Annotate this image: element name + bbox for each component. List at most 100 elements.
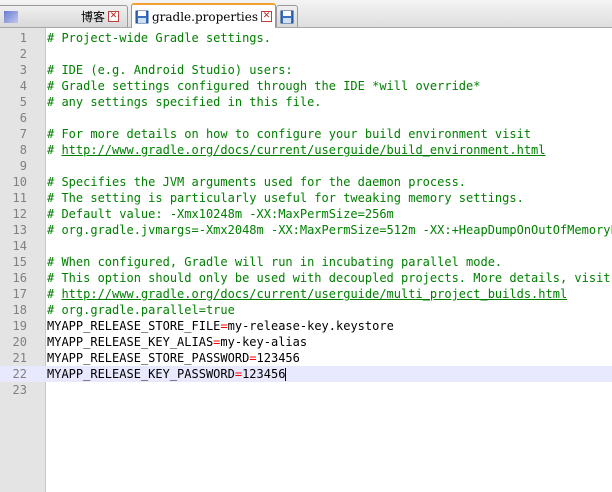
comment-text: # any settings specified in this file.: [47, 95, 322, 109]
url-link[interactable]: http://www.gradle.org/docs/current/userg…: [61, 287, 567, 301]
line-content: MYAPP_RELEASE_STORE_FILE=my-release-key.…: [47, 318, 394, 334]
line-content: # org.gradle.parallel=true: [47, 302, 235, 318]
line-number: 12: [12, 207, 27, 221]
line-number: 10: [12, 175, 27, 189]
code-line[interactable]: 18 # org.gradle.parallel=true: [0, 302, 612, 318]
close-icon[interactable]: ✕: [108, 11, 120, 22]
tab-gradle-properties[interactable]: gradle.properties ✕: [131, 3, 276, 28]
comment-text: # IDE (e.g. Android Studio) users:: [47, 63, 293, 77]
comment-text: # org.gradle.parallel=true: [47, 303, 235, 317]
code-line[interactable]: 11 # The setting is particularly useful f…: [0, 190, 612, 206]
property-value: 123456: [256, 351, 300, 365]
comment-text: # Default value: -Xmx10248m -XX:MaxPermS…: [47, 207, 394, 221]
code-line[interactable]: 13 # org.gradle.jvmargs=-Xmx2048m -XX:Max…: [0, 222, 612, 238]
comment-text: # http://www.gradle.org/docs/current/use…: [47, 287, 567, 301]
tab-blog[interactable]: 博客 ✕: [0, 5, 128, 27]
tab-label: gradle.properties: [151, 9, 259, 24]
code-line[interactable]: 14: [0, 238, 612, 254]
tab-label: 博客: [81, 10, 106, 24]
code-line[interactable]: 17 # http://www.gradle.org/docs/current/u…: [0, 286, 612, 302]
line-number: 15: [12, 255, 27, 269]
code-line[interactable]: 22 MYAPP_RELEASE_KEY_PASSWORD=123456: [0, 366, 612, 382]
line-number: 3: [19, 63, 27, 77]
line-content: # any settings specified in this file.: [47, 94, 322, 110]
line-content: # For more details on how to configure y…: [47, 126, 531, 142]
line-content: # org.gradle.jvmargs=-Xmx2048m -XX:MaxPe…: [47, 222, 612, 238]
line-number: 22: [12, 367, 27, 381]
code-editor[interactable]: 1 # Project-wide Gradle settings. 2 3 # IDE …: [0, 28, 612, 492]
line-number: 13: [12, 223, 27, 237]
line-number: 19: [12, 319, 27, 333]
code-line[interactable]: 4 # Gradle settings configured through th…: [0, 78, 612, 94]
file-icon: [4, 10, 18, 23]
line-number: 11: [12, 191, 27, 205]
code-line[interactable]: 9: [0, 158, 612, 174]
save-icon: [135, 10, 149, 23]
save-icon: [280, 10, 294, 23]
code-line[interactable]: 3 # IDE (e.g. Android Studio) users:: [0, 62, 612, 78]
property-key: MYAPP_RELEASE_STORE_FILE: [47, 319, 221, 333]
line-content: # Gradle settings configured through the…: [47, 78, 480, 94]
comment-text: # Project-wide Gradle settings.: [47, 31, 271, 45]
tab-bar: 博客 ✕ gradle.properties ✕: [0, 0, 612, 28]
property-value: 123456: [242, 367, 286, 381]
line-number: 16: [12, 271, 27, 285]
text-caret: [285, 368, 287, 381]
code-line[interactable]: 23: [0, 382, 612, 398]
url-link[interactable]: http://www.gradle.org/docs/current/userg…: [61, 143, 545, 157]
line-number: 2: [19, 47, 27, 61]
line-content: # http://www.gradle.org/docs/current/use…: [47, 286, 567, 302]
line-content: MYAPP_RELEASE_KEY_ALIAS=my-key-alias: [47, 334, 307, 350]
code-line[interactable]: 12 # Default value: -Xmx10248m -XX:MaxPer…: [0, 206, 612, 222]
code-line[interactable]: 16 # This option should only be used with…: [0, 270, 612, 286]
code-line[interactable]: 10 # Specifies the JVM arguments used for…: [0, 174, 612, 190]
code-line[interactable]: 6: [0, 110, 612, 126]
comment-text: # The setting is particularly useful for…: [47, 191, 524, 205]
comment-prefix: #: [47, 287, 62, 301]
comment-prefix: #: [47, 143, 62, 157]
line-number: 4: [19, 79, 27, 93]
code-line[interactable]: 5 # any settings specified in this file.: [0, 94, 612, 110]
line-content: # http://www.gradle.org/docs/current/use…: [47, 142, 546, 158]
code-line[interactable]: 8 # http://www.gradle.org/docs/current/us…: [0, 142, 612, 158]
code-line[interactable]: 20 MYAPP_RELEASE_KEY_ALIAS=my-key-alias: [0, 334, 612, 350]
property-key: MYAPP_RELEASE_STORE_PASSWORD: [47, 351, 250, 365]
line-content: # Default value: -Xmx10248m -XX:MaxPermS…: [47, 206, 394, 222]
line-number: 1: [19, 31, 27, 45]
code-line[interactable]: 1 # Project-wide Gradle settings.: [0, 30, 612, 46]
comment-text: # When configured, Gradle will run in in…: [47, 255, 503, 269]
line-number: 6: [19, 111, 27, 125]
property-value: my-key-alias: [220, 335, 308, 349]
line-number: 8: [19, 143, 27, 157]
line-number: 7: [19, 127, 27, 141]
tab-other[interactable]: [276, 5, 298, 27]
comment-text: # http://www.gradle.org/docs/current/use…: [47, 143, 546, 157]
code-line[interactable]: 7 # For more details on how to configure …: [0, 126, 612, 142]
property-key: MYAPP_RELEASE_KEY_ALIAS: [47, 335, 214, 349]
line-number: 23: [12, 383, 27, 397]
code-line[interactable]: 2: [0, 46, 612, 62]
equals-operator: =: [220, 319, 228, 333]
line-number: 5: [19, 95, 27, 109]
code-line[interactable]: 19 MYAPP_RELEASE_STORE_FILE=my-release-ke…: [0, 318, 612, 334]
code-line[interactable]: 21 MYAPP_RELEASE_STORE_PASSWORD=123456: [0, 350, 612, 366]
line-content: # IDE (e.g. Android Studio) users:: [47, 62, 293, 78]
close-icon[interactable]: ✕: [261, 11, 272, 22]
code-line[interactable]: 15 # When configured, Gradle will run in …: [0, 254, 612, 270]
property-value: my-release-key.keystore: [227, 319, 394, 333]
comment-text: # This option should only be used with d…: [47, 271, 611, 285]
property-key: MYAPP_RELEASE_KEY_PASSWORD: [47, 367, 235, 381]
comment-text: # For more details on how to configure y…: [47, 127, 532, 141]
line-number: 14: [12, 239, 27, 253]
line-number: 18: [12, 303, 27, 317]
line-number: 9: [19, 159, 27, 173]
line-content: # The setting is particularly useful for…: [47, 190, 524, 206]
line-number: 20: [12, 335, 27, 349]
line-content: MYAPP_RELEASE_STORE_PASSWORD=123456: [47, 350, 300, 366]
line-content: MYAPP_RELEASE_KEY_PASSWORD=123456: [47, 366, 287, 382]
line-number: 21: [12, 351, 27, 365]
comment-text: # org.gradle.jvmargs=-Xmx2048m -XX:MaxPe…: [47, 223, 612, 237]
line-content: # Specifies the JVM arguments used for t…: [47, 174, 466, 190]
line-content: # Project-wide Gradle settings.: [47, 30, 271, 46]
comment-text: # Gradle settings configured through the…: [47, 79, 481, 93]
